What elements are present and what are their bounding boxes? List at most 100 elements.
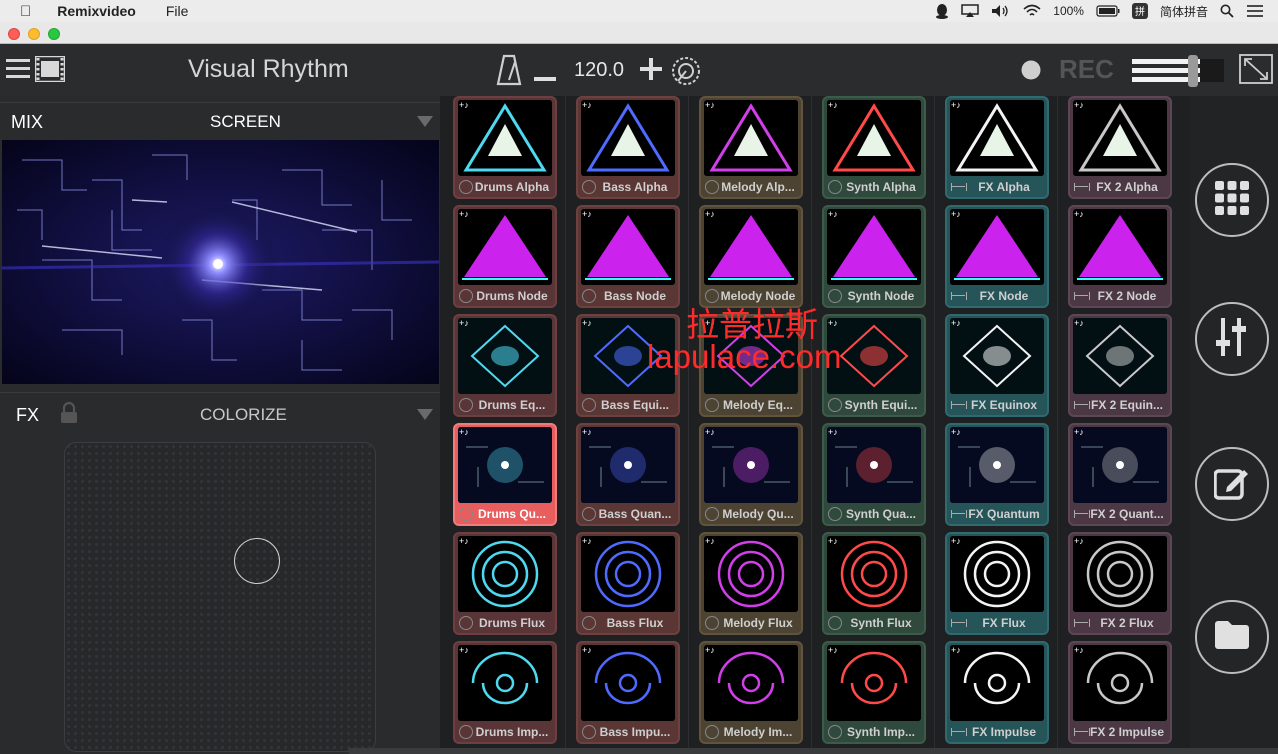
add-audio-icon[interactable]: +♪ (828, 101, 838, 110)
add-audio-icon[interactable]: +♪ (951, 210, 961, 219)
trigger-circle-icon[interactable] (705, 506, 719, 521)
trigger-circle-icon[interactable] (459, 179, 473, 194)
trigger-circle-icon[interactable] (828, 179, 842, 194)
add-audio-icon[interactable]: +♪ (582, 537, 592, 546)
trigger-line-icon[interactable] (951, 616, 967, 630)
trigger-line-icon[interactable] (951, 398, 967, 412)
trigger-circle-icon[interactable] (705, 724, 719, 739)
add-audio-icon[interactable]: +♪ (459, 428, 469, 437)
input-method-icon[interactable]: 拼 (1131, 3, 1148, 19)
trigger-circle-icon[interactable] (459, 506, 473, 521)
add-audio-icon[interactable]: +♪ (459, 210, 469, 219)
clip-cell-fx2[interactable]: +♪ FX 2 Equin... (1068, 314, 1172, 417)
clip-cell-fx2[interactable]: +♪ FX 2 Alpha (1068, 96, 1172, 199)
add-audio-icon[interactable]: +♪ (951, 428, 961, 437)
add-audio-icon[interactable]: +♪ (459, 101, 469, 110)
trigger-circle-icon[interactable] (459, 615, 473, 630)
add-audio-icon[interactable]: +♪ (1074, 210, 1084, 219)
trigger-line-icon[interactable] (951, 180, 967, 194)
zoom-window-button[interactable] (48, 28, 60, 40)
add-audio-icon[interactable]: +♪ (828, 646, 838, 655)
clip-grid-view-button[interactable] (1195, 163, 1269, 237)
add-audio-icon[interactable]: +♪ (951, 101, 961, 110)
clip-cell-drums[interactable]: +♪ Drums Qu... (453, 423, 557, 526)
trigger-circle-icon[interactable] (582, 506, 596, 521)
tap-tempo-icon[interactable] (670, 55, 702, 92)
fx-dropdown-arrow-icon[interactable] (417, 409, 433, 420)
add-audio-icon[interactable]: +♪ (1074, 646, 1084, 655)
app-menu[interactable]: Remixvideo (57, 3, 136, 19)
apple-menu-icon[interactable]:  (20, 3, 31, 20)
clip-cell-melody[interactable]: +♪ Melody Flux (699, 532, 803, 635)
add-audio-icon[interactable]: +♪ (1074, 537, 1084, 546)
open-folder-button[interactable] (1195, 600, 1269, 674)
trigger-line-icon[interactable] (1074, 616, 1090, 630)
add-audio-icon[interactable]: +♪ (705, 646, 715, 655)
clip-cell-fx[interactable]: +♪ FX Equinox (945, 314, 1049, 417)
spotlight-search-icon[interactable] (1220, 4, 1234, 18)
clip-cell-fx[interactable]: +♪ FX Impulse (945, 641, 1049, 744)
clip-cell-bass[interactable]: +♪ Bass Node (576, 205, 680, 308)
trigger-circle-icon[interactable] (705, 615, 719, 630)
volume-icon[interactable] (991, 4, 1011, 18)
clip-cell-synth[interactable]: +♪ Synth Imp... (822, 641, 926, 744)
lock-icon[interactable] (60, 401, 78, 429)
trigger-line-icon[interactable] (1074, 507, 1090, 521)
trigger-line-icon[interactable] (951, 289, 967, 303)
add-audio-icon[interactable]: +♪ (459, 646, 469, 655)
clip-cell-melody[interactable]: +♪ Melody Im... (699, 641, 803, 744)
close-window-button[interactable] (8, 28, 20, 40)
trigger-circle-icon[interactable] (828, 506, 842, 521)
clip-cell-synth[interactable]: +♪ Synth Alpha (822, 96, 926, 199)
clip-cell-drums[interactable]: +♪ Drums Eq... (453, 314, 557, 417)
record-dot-icon[interactable] (1021, 60, 1041, 85)
clip-cell-fx2[interactable]: +♪ FX 2 Quant... (1068, 423, 1172, 526)
trigger-circle-icon[interactable] (828, 288, 842, 303)
add-audio-icon[interactable]: +♪ (582, 428, 592, 437)
edit-button[interactable] (1195, 447, 1269, 521)
trigger-line-icon[interactable] (1074, 289, 1090, 303)
fx-xy-pad[interactable] (64, 442, 376, 752)
qq-icon[interactable] (935, 3, 949, 19)
mixer-settings-button[interactable] (1195, 302, 1269, 376)
add-audio-icon[interactable]: +♪ (582, 101, 592, 110)
add-audio-icon[interactable]: +♪ (705, 210, 715, 219)
trigger-line-icon[interactable] (1074, 725, 1090, 739)
trigger-circle-icon[interactable] (459, 288, 473, 303)
file-menu[interactable]: File (166, 3, 189, 19)
input-method-label[interactable]: 简体拼音 (1160, 3, 1208, 20)
add-audio-icon[interactable]: +♪ (951, 319, 961, 328)
wifi-icon[interactable] (1023, 4, 1041, 18)
clip-cell-bass[interactable]: +♪ Bass Quan... (576, 423, 680, 526)
trigger-circle-icon[interactable] (828, 724, 842, 739)
output-dropdown-arrow-icon[interactable] (417, 116, 433, 127)
fullscreen-icon[interactable] (1239, 54, 1273, 89)
battery-icon[interactable] (1096, 5, 1120, 17)
add-audio-icon[interactable]: +♪ (1074, 101, 1084, 110)
clip-cell-fx[interactable]: +♪ FX Quantum (945, 423, 1049, 526)
tempo-increase-button[interactable] (640, 58, 662, 85)
add-audio-icon[interactable]: +♪ (1074, 319, 1084, 328)
clip-cell-fx[interactable]: +♪ FX Flux (945, 532, 1049, 635)
add-audio-icon[interactable]: +♪ (582, 319, 592, 328)
notification-center-icon[interactable] (1246, 4, 1264, 18)
trigger-line-icon[interactable] (1074, 180, 1090, 194)
add-audio-icon[interactable]: +♪ (459, 537, 469, 546)
trigger-circle-icon[interactable] (582, 397, 596, 412)
trigger-line-icon[interactable] (951, 507, 967, 521)
clip-cell-fx[interactable]: +♪ FX Node (945, 205, 1049, 308)
trigger-circle-icon[interactable] (582, 615, 596, 630)
add-audio-icon[interactable]: +♪ (828, 319, 838, 328)
horizontal-scrollbar[interactable] (348, 748, 1278, 754)
film-strip-icon[interactable] (34, 55, 66, 87)
trigger-circle-icon[interactable] (582, 179, 596, 194)
clip-cell-fx2[interactable]: +♪ FX 2 Node (1068, 205, 1172, 308)
add-audio-icon[interactable]: +♪ (828, 537, 838, 546)
add-audio-icon[interactable]: +♪ (705, 428, 715, 437)
add-audio-icon[interactable]: +♪ (582, 210, 592, 219)
trigger-line-icon[interactable] (951, 725, 967, 739)
add-audio-icon[interactable]: +♪ (459, 319, 469, 328)
trigger-circle-icon[interactable] (705, 397, 719, 412)
clip-cell-drums[interactable]: +♪ Drums Flux (453, 532, 557, 635)
clip-cell-melody[interactable]: +♪ Melody Node (699, 205, 803, 308)
